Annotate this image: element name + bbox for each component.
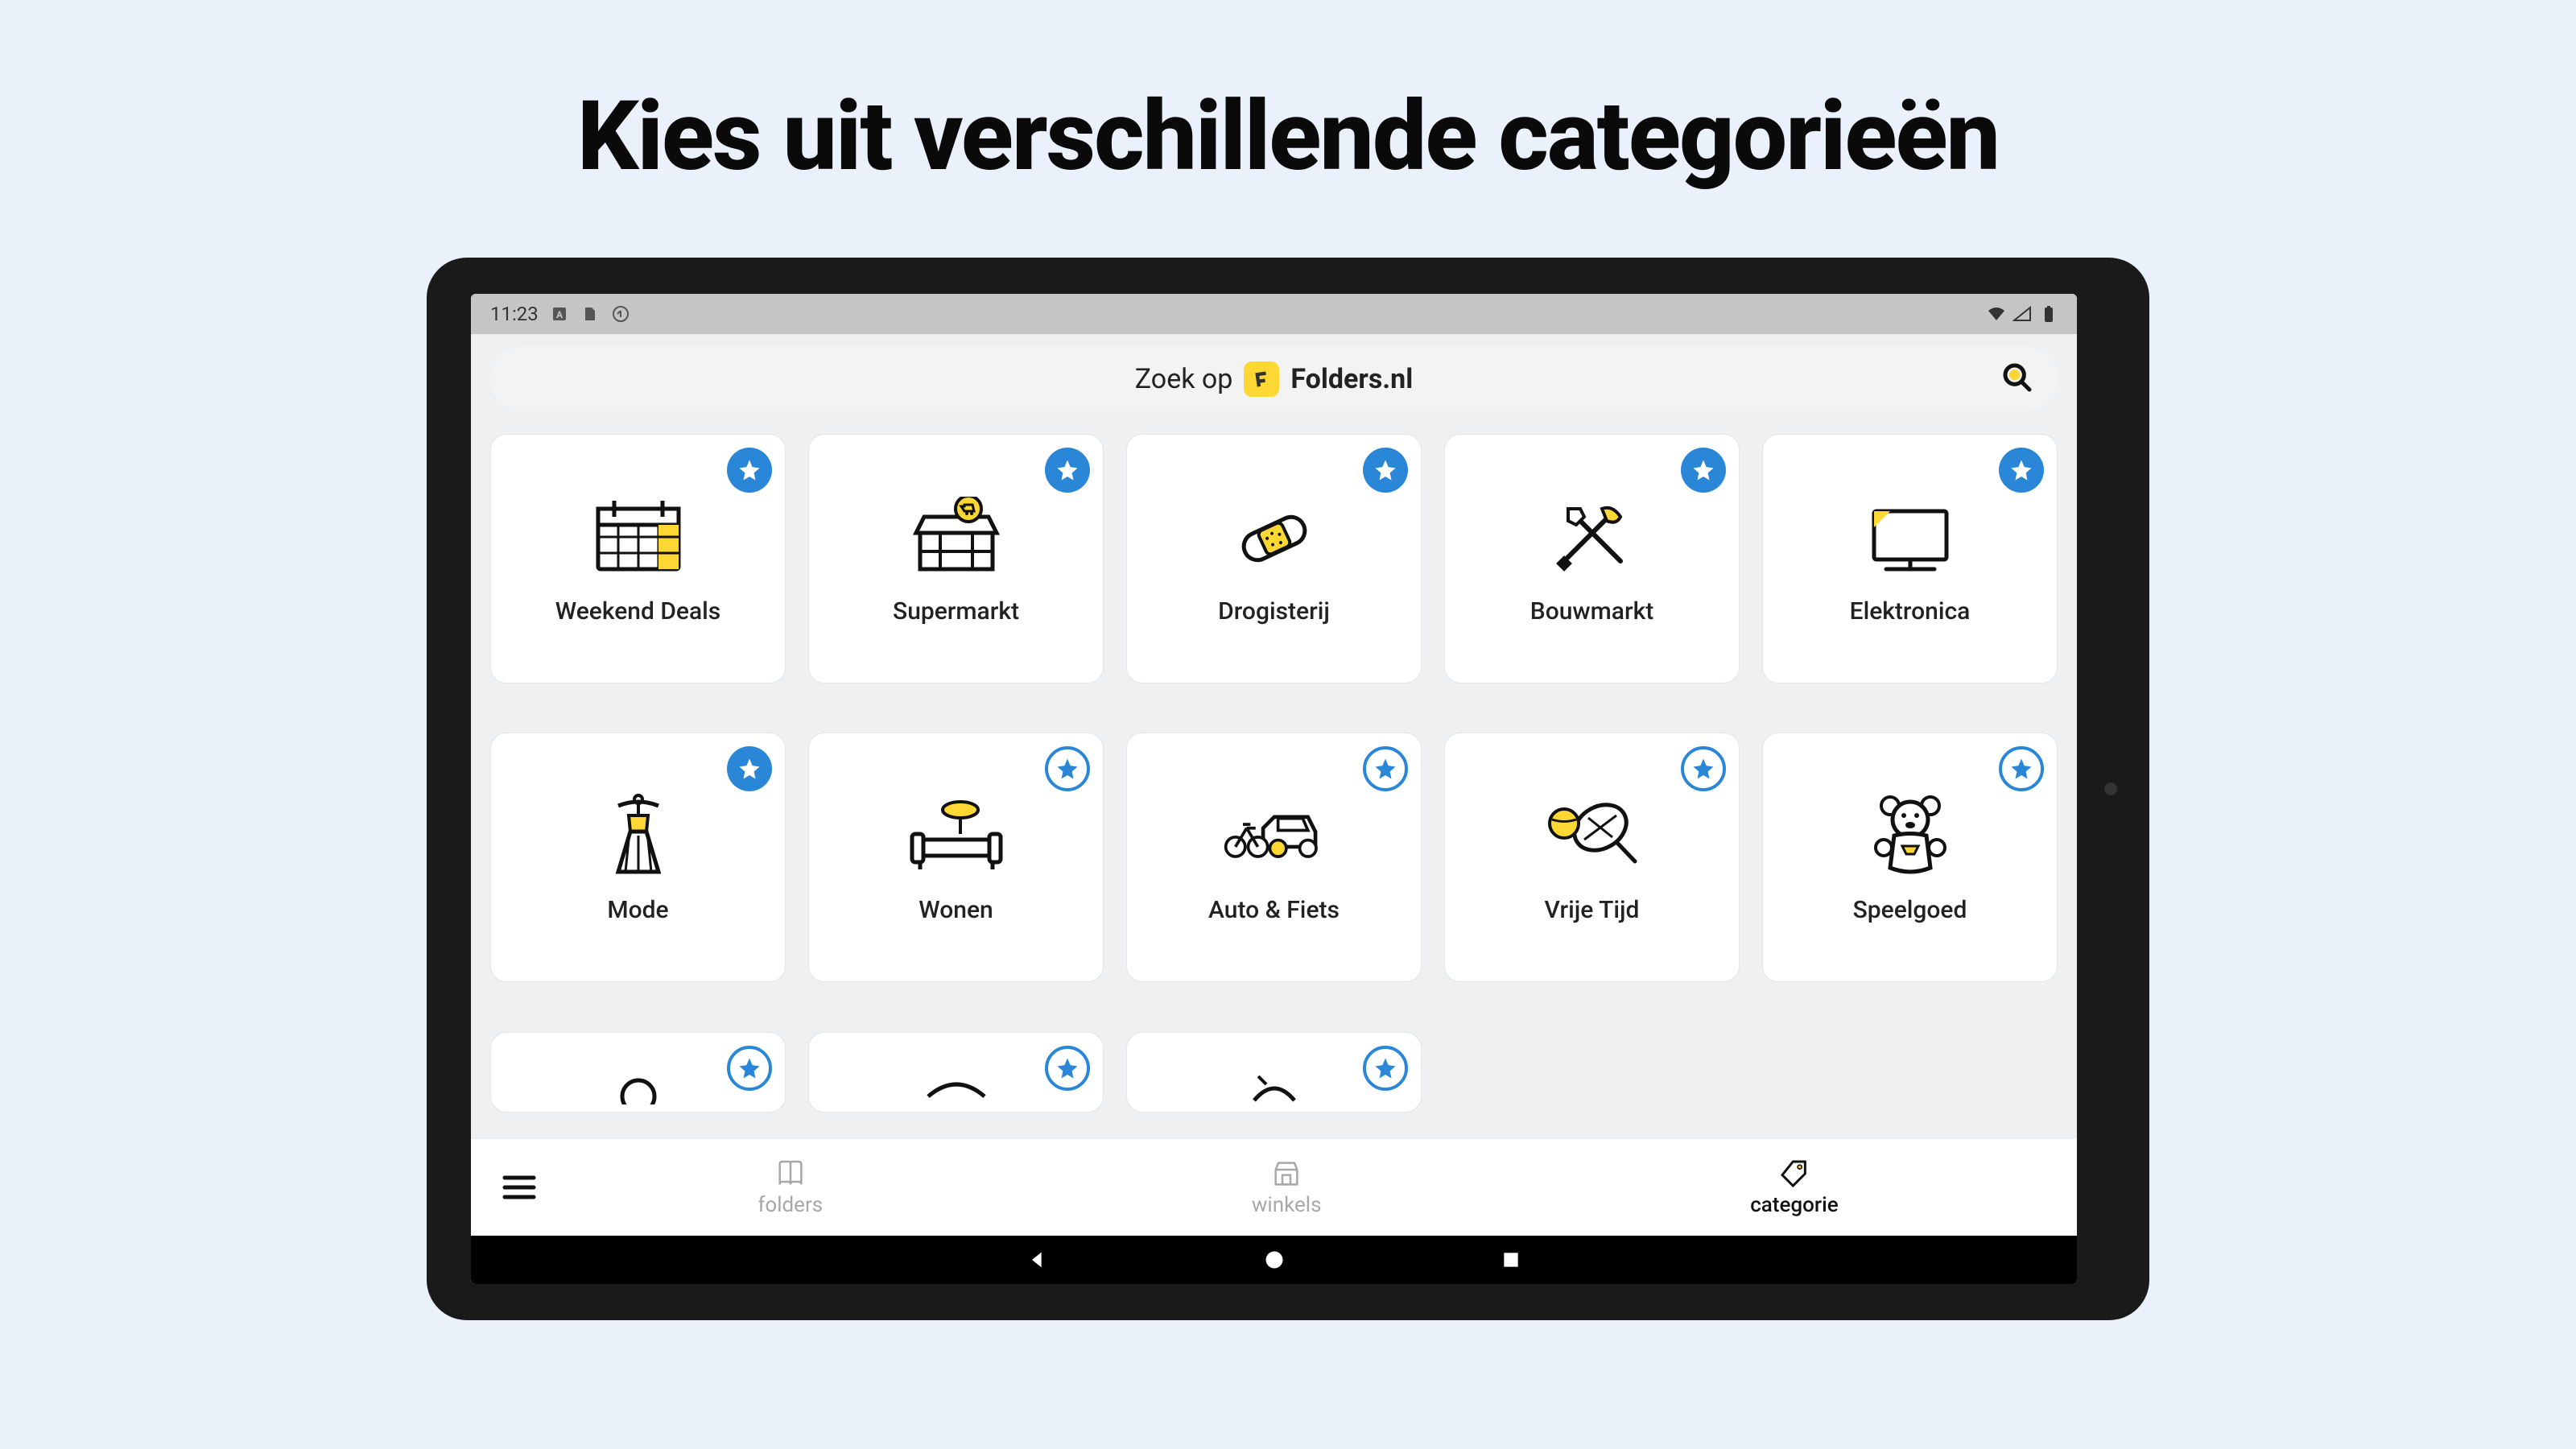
- recents-button[interactable]: [1497, 1246, 1525, 1274]
- car-bike-icon: [1222, 791, 1327, 880]
- calendar-icon: [586, 493, 691, 581]
- category-grid: Weekend Deals Supermarkt Drogisterij: [490, 434, 2058, 1139]
- svg-text:A: A: [556, 309, 564, 320]
- favorite-button[interactable]: [1681, 746, 1726, 791]
- favorite-button[interactable]: [727, 448, 772, 493]
- screen: 11:23 A Zoek op Folders.nl: [471, 294, 2077, 1284]
- tv-icon: [1858, 493, 1963, 581]
- book-icon: [774, 1158, 807, 1190]
- status-app-icon: A: [550, 304, 569, 324]
- nav-folders[interactable]: folders: [758, 1158, 823, 1217]
- category-label: Wonen: [919, 896, 993, 924]
- category-card-bouwmarkt[interactable]: Bouwmarkt: [1444, 434, 1740, 683]
- back-button[interactable]: [1024, 1246, 1051, 1274]
- favorite-button[interactable]: [1999, 448, 2044, 493]
- page-headline: Kies uit verschillende categorieën: [577, 80, 1999, 193]
- tag-icon: [1778, 1158, 1810, 1190]
- sports-icon: [1540, 791, 1645, 880]
- category-card-auto-fiets[interactable]: Auto & Fiets: [1126, 733, 1422, 982]
- category-label: Mode: [607, 896, 668, 924]
- status-sync-icon: [611, 304, 630, 324]
- favorite-button[interactable]: [1363, 746, 1408, 791]
- status-bar: 11:23 A: [471, 294, 2077, 334]
- favorite-button[interactable]: [1363, 1046, 1408, 1091]
- android-nav-bar: [471, 1236, 2077, 1284]
- teddy-icon: [1858, 791, 1963, 880]
- nav-label: folders: [758, 1193, 823, 1217]
- category-label: Bouwmarkt: [1530, 597, 1653, 625]
- partial-icon: [586, 1064, 691, 1104]
- category-label: Speelgoed: [1853, 896, 1967, 924]
- nav-categorie[interactable]: categorie: [1750, 1158, 1838, 1217]
- tools-icon: [1540, 493, 1645, 581]
- menu-button[interactable]: [495, 1168, 543, 1207]
- partial-icon: [904, 1064, 1009, 1104]
- category-card-drogisterij[interactable]: Drogisterij: [1126, 434, 1422, 683]
- search-brand: Folders.nl: [1290, 363, 1413, 395]
- search-bar[interactable]: Zoek op Folders.nl: [490, 347, 2058, 411]
- search-prefix: Zoek op: [1135, 363, 1233, 395]
- favorite-button[interactable]: [1045, 1046, 1090, 1091]
- store-icon: [904, 493, 1009, 581]
- app-content: Zoek op Folders.nl Weekend: [471, 334, 2077, 1139]
- partial-icon: [1222, 1064, 1327, 1104]
- home-button[interactable]: [1261, 1246, 1288, 1274]
- status-time: 11:23: [490, 303, 539, 325]
- category-card-elektronica[interactable]: Elektronica: [1762, 434, 2058, 683]
- nav-label: categorie: [1750, 1193, 1838, 1217]
- bandage-icon: [1222, 493, 1327, 581]
- tablet-camera: [2104, 782, 2117, 795]
- search-label: Zoek op Folders.nl: [1135, 361, 1413, 397]
- tablet-frame: 11:23 A Zoek op Folders.nl: [427, 258, 2149, 1320]
- category-card-mode[interactable]: Mode: [490, 733, 786, 982]
- category-label: Vrije Tijd: [1545, 896, 1640, 924]
- battery-icon: [2038, 304, 2058, 324]
- wifi-icon: [1987, 304, 2006, 324]
- category-card-wonen[interactable]: Wonen: [808, 733, 1104, 982]
- nav-label: winkels: [1252, 1193, 1322, 1217]
- favorite-button[interactable]: [1999, 746, 2044, 791]
- favorite-button[interactable]: [1045, 746, 1090, 791]
- favorite-button[interactable]: [1681, 448, 1726, 493]
- category-label: Elektronica: [1850, 597, 1971, 625]
- dress-icon: [586, 791, 691, 880]
- favorite-button[interactable]: [727, 1046, 772, 1091]
- favorite-button[interactable]: [1045, 448, 1090, 493]
- favorite-button[interactable]: [1363, 448, 1408, 493]
- sofa-icon: [904, 791, 1009, 880]
- nav-winkels[interactable]: winkels: [1252, 1158, 1322, 1217]
- category-label: Drogisterij: [1218, 597, 1330, 625]
- favorite-button[interactable]: [727, 746, 772, 791]
- category-card-vrije-tijd[interactable]: Vrije Tijd: [1444, 733, 1740, 982]
- status-sd-icon: [580, 304, 600, 324]
- category-card-speelgoed[interactable]: Speelgoed: [1762, 733, 2058, 982]
- category-card-partial[interactable]: [808, 1032, 1104, 1113]
- signal-icon: [2013, 304, 2032, 324]
- category-card-weekend-deals[interactable]: Weekend Deals: [490, 434, 786, 683]
- category-card-partial[interactable]: [1126, 1032, 1422, 1113]
- search-icon[interactable]: [2001, 361, 2033, 397]
- category-label: Weekend Deals: [555, 597, 721, 625]
- brand-logo-icon: [1244, 361, 1279, 397]
- category-card-partial[interactable]: [490, 1032, 786, 1113]
- category-label: Supermarkt: [893, 597, 1019, 625]
- store-nav-icon: [1270, 1158, 1302, 1190]
- category-card-supermarkt[interactable]: Supermarkt: [808, 434, 1104, 683]
- bottom-nav: folders winkels categorie: [471, 1139, 2077, 1236]
- category-label: Auto & Fiets: [1208, 896, 1340, 924]
